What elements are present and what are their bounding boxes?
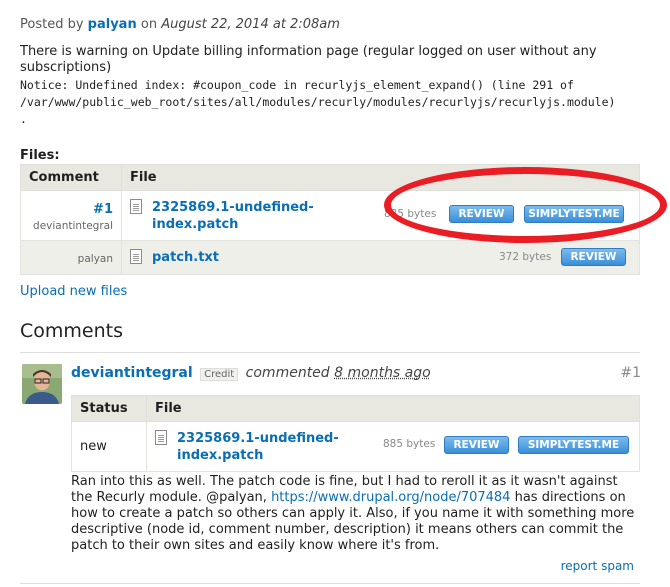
comment-number-link[interactable]: #1 [29,202,113,217]
comment-column-header: Comment [20,164,122,191]
comment-files-header: Status File [71,395,640,422]
file-size: 372 bytes [499,251,552,263]
issue-author-link[interactable]: palyan [88,17,137,32]
file-column-header: File [121,164,640,191]
comment-header: deviantintegral Credit commented 8 month… [71,365,641,381]
upload-new-files-link[interactable]: Upload new files [20,284,127,299]
notice-code: Notice: Undefined index: #coupon_code in… [20,77,660,128]
notice-text: Notice: Undefined index: #coupon_code in… [20,78,616,109]
comment-cell: #1 deviantintegral [20,190,122,241]
comment-body: Ran into this as well. The patch code is… [71,474,641,554]
comment-files-table: Status File new 2325869.1-undefined-inde… [71,395,640,472]
table-row: #1 deviantintegral 2325869.1-undefined-i… [20,190,640,241]
issue-date: August 22, 2014 at 2:08am [161,17,340,32]
comment-permalink[interactable]: #1 [620,365,641,381]
table-row: palyan patch.txt 372 bytes REVIEW [20,240,640,275]
comment-verb: commented [245,365,330,381]
comment-user: palyan [77,253,113,265]
issue-body: There is warning on Update billing infor… [20,44,660,128]
file-cell: 2325869.1-undefined-index.patch 885 byte… [121,190,640,241]
file-name-line1: 2325869.1-undefined- [152,199,314,215]
document-icon [155,429,167,445]
comment-time: 8 months ago [334,365,431,381]
file-name-line2: index.patch [152,216,239,232]
on-label: on [140,17,158,32]
review-button[interactable]: REVIEW [449,205,514,223]
comment-author-link[interactable]: deviantintegral [71,365,193,381]
divider [20,352,640,353]
notice-end: . [20,112,27,126]
files-label: Files: [20,148,60,163]
file-column-header: File [146,395,640,422]
comment-user: deviantintegral [33,219,113,232]
credit-badge: Credit [200,368,239,381]
file-cell: 2325869.1-undefined-index.patch 885 byte… [146,421,640,472]
issue-description: There is warning on Update billing infor… [20,44,597,75]
files-table-header: Comment File [20,164,640,191]
simplytest-button[interactable]: SIMPLYTEST.ME [524,205,624,223]
file-link[interactable]: 2325869.1-undefined-index.patch [152,199,322,233]
posted-by-label: Posted by [20,17,84,32]
document-icon [130,249,142,264]
review-button[interactable]: REVIEW [444,436,509,454]
files-table: Comment File #1 deviantintegral 2325869.… [20,164,640,275]
file-link[interactable]: patch.txt [152,249,322,266]
issue-meta: Posted by palyan on August 22, 2014 at 2… [20,17,340,32]
avatar-image [22,364,62,404]
file-link[interactable]: 2325869.1-undefined-index.patch [177,430,347,464]
file-cell: patch.txt 372 bytes REVIEW [121,240,640,275]
comments-heading: Comments [20,320,123,342]
status-cell: new [71,421,147,472]
divider [20,583,640,584]
report-spam-link[interactable]: report spam [561,559,634,573]
review-button[interactable]: REVIEW [561,248,626,266]
simplytest-button[interactable]: SIMPLYTEST.ME [518,436,629,454]
file-size: 885 bytes [384,208,437,220]
file-name-line2: index.patch [177,447,264,463]
comment-cell: palyan [20,240,122,275]
status-column-header: Status [71,395,147,422]
document-icon [130,198,142,214]
table-row: new 2325869.1-undefined-index.patch 885 … [71,421,640,472]
file-name-line1: 2325869.1-undefined- [177,430,339,446]
drupal-node-link[interactable]: https://www.drupal.org/node/707484 [271,490,510,505]
file-size: 885 bytes [383,438,436,450]
avatar[interactable] [22,364,62,404]
